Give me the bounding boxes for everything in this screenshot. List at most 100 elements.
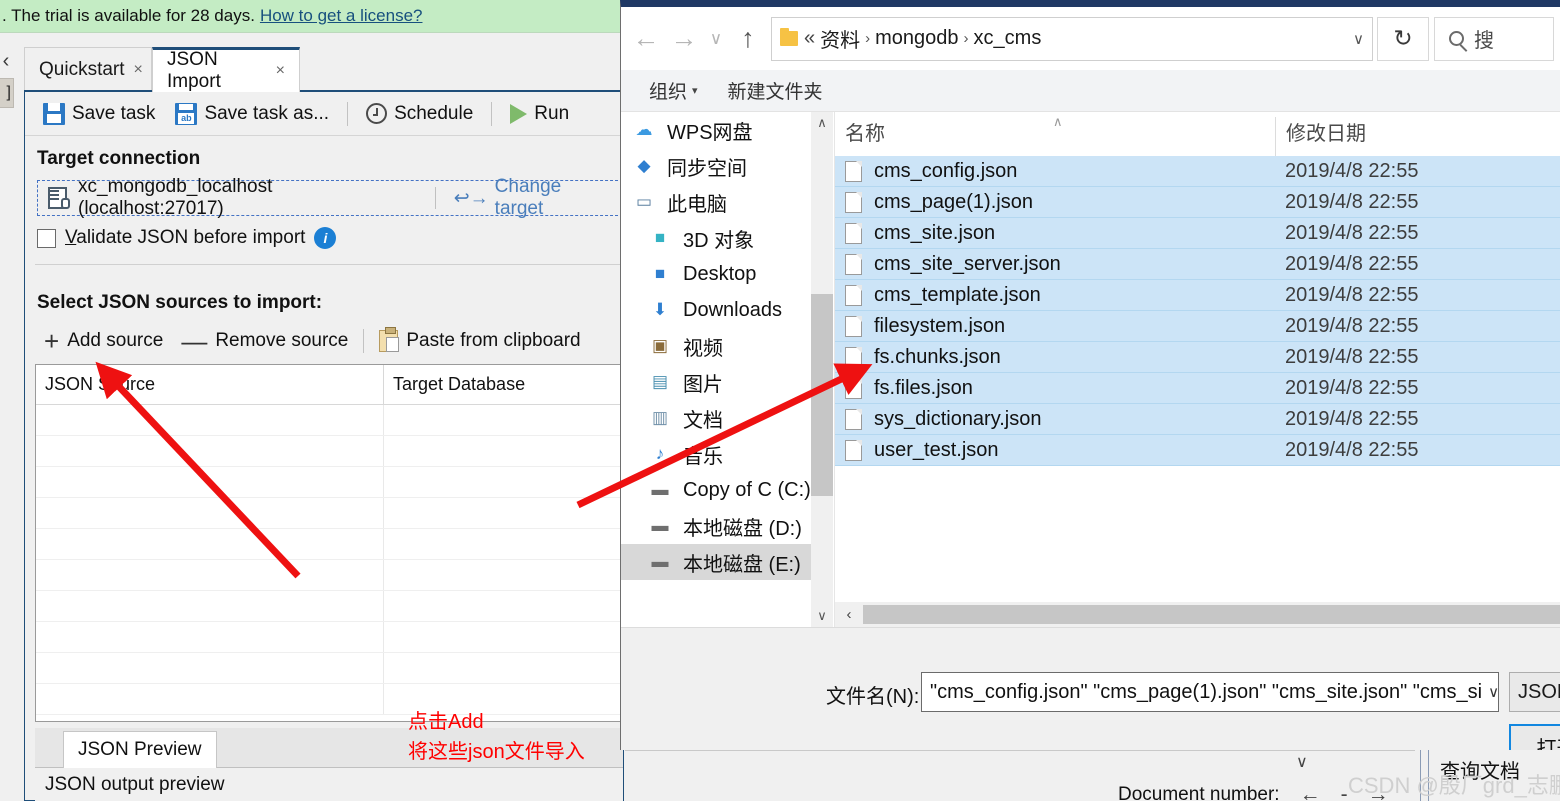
up-icon[interactable]: ↑ bbox=[729, 16, 767, 62]
file-row[interactable]: cms_site_server.json 2019/4/8 22:55 bbox=[835, 249, 1560, 280]
file-row[interactable]: user_test.json 2019/4/8 22:55 bbox=[835, 435, 1560, 466]
recent-locations-icon[interactable]: ∨ bbox=[703, 16, 729, 62]
filename-dropdown-icon[interactable]: ∨ bbox=[1482, 683, 1498, 701]
forward-icon[interactable]: → bbox=[665, 16, 703, 62]
file-name-cell: cms_site_server.json bbox=[835, 253, 1275, 276]
save-task-as-button[interactable]: Save task as... bbox=[167, 100, 337, 128]
sort-ascending-icon: ∧ bbox=[1053, 114, 1063, 129]
cell-target-database bbox=[384, 653, 622, 683]
json-source-empty-row[interactable] bbox=[36, 498, 622, 529]
file-list-hscrollbar[interactable]: ‹ bbox=[835, 602, 1560, 627]
schedule-button[interactable]: Schedule bbox=[358, 100, 481, 128]
breadcrumb-sep-0: › bbox=[865, 30, 871, 47]
tab-json-preview[interactable]: JSON Preview bbox=[63, 731, 217, 768]
file-row[interactable]: cms_page(1).json 2019/4/8 22:55 bbox=[835, 187, 1560, 218]
sync-icon: ◆ bbox=[637, 156, 651, 175]
tree-item-6[interactable]: ▣ 视频 bbox=[621, 328, 833, 364]
tree-item-7[interactable]: ▤ 图片 bbox=[621, 364, 833, 400]
file-row[interactable]: fs.chunks.json 2019/4/8 22:55 bbox=[835, 342, 1560, 373]
doc-next-icon[interactable]: → bbox=[1368, 783, 1389, 801]
file-row[interactable]: fs.files.json 2019/4/8 22:55 bbox=[835, 373, 1560, 404]
address-bar[interactable]: « 资料 › mongodb › xc_cms ∨ bbox=[771, 16, 1373, 61]
tree-scroll-thumb[interactable] bbox=[811, 294, 833, 496]
validate-json-checkbox[interactable] bbox=[37, 228, 56, 248]
info-icon[interactable]: i bbox=[314, 227, 337, 249]
collapse-sidebar-chevron-icon[interactable]: ‹ bbox=[0, 48, 15, 74]
save-task-button[interactable]: Save task bbox=[35, 100, 163, 128]
get-license-link[interactable]: How to get a license? bbox=[260, 6, 423, 26]
file-row[interactable]: sys_dictionary.json 2019/4/8 22:55 bbox=[835, 404, 1560, 435]
navigation-tree: ☁ WPS网盘 ◆ 同步空间 ▭ 此电脑 ■ 3D 对象 ■ Desktop ⬇ Downloads ▣… bbox=[621, 112, 833, 627]
tree-item-5[interactable]: ⬇ Downloads bbox=[621, 292, 833, 328]
json-source-empty-row[interactable] bbox=[36, 436, 622, 467]
column-modified-date[interactable]: 修改日期 bbox=[1275, 117, 1560, 156]
breadcrumb-item-2[interactable]: xc_cms bbox=[974, 27, 1042, 50]
tree-item-9[interactable]: ♪ 音乐 bbox=[621, 436, 833, 472]
hscroll-thumb[interactable] bbox=[863, 605, 1560, 624]
tab-json-import[interactable]: JSON Import × bbox=[152, 47, 300, 92]
json-source-empty-row[interactable] bbox=[36, 467, 622, 498]
target-connection-box[interactable]: xc_mongodb_localhost (localhost:27017) ↩… bbox=[37, 176, 623, 219]
file-row[interactable]: filesystem.json 2019/4/8 22:55 bbox=[835, 311, 1560, 342]
tree-item-8[interactable]: ▥ 文档 bbox=[621, 400, 833, 436]
tree-item-3[interactable]: ■ 3D 对象 bbox=[621, 220, 833, 256]
clock-icon bbox=[366, 103, 388, 124]
filetype-select[interactable]: JSON Te bbox=[1509, 672, 1560, 712]
file-row[interactable]: cms_site.json 2019/4/8 22:55 bbox=[835, 218, 1560, 249]
open-button[interactable]: 打开 bbox=[1509, 724, 1560, 750]
new-folder-button[interactable]: 新建文件夹 bbox=[728, 77, 823, 104]
document-number-row: Document number: ← - → bbox=[1118, 783, 1389, 801]
tab-quickstart-close-icon[interactable]: × bbox=[134, 61, 143, 79]
refresh-button[interactable]: ↻ bbox=[1377, 16, 1429, 61]
explorer-nav-bar: ← → ∨ ↑ « 资料 › mongodb › xc_cms ∨ ↻ 搜 bbox=[621, 7, 1560, 70]
tree-item-0[interactable]: ☁ WPS网盘 bbox=[621, 112, 833, 148]
tab-quickstart[interactable]: Quickstart × bbox=[24, 47, 152, 92]
tree-scrollbar[interactable]: ∧ ∨ bbox=[811, 112, 833, 627]
tree-items: ☁ WPS网盘 ◆ 同步空间 ▭ 此电脑 ■ 3D 对象 ■ Desktop ⬇ Downloads ▣… bbox=[621, 112, 833, 580]
column-json-source[interactable]: JSON Source bbox=[36, 365, 384, 404]
tree-item-10[interactable]: ▬ Copy of C (C:) bbox=[621, 472, 833, 508]
cell-target-database bbox=[384, 436, 622, 466]
file-row[interactable]: cms_template.json 2019/4/8 22:55 bbox=[835, 280, 1560, 311]
file-date-cell: 2019/4/8 22:55 bbox=[1285, 283, 1419, 306]
tree-item-1[interactable]: ◆ 同步空间 bbox=[621, 148, 833, 184]
tree-item-2[interactable]: ▭ 此电脑 bbox=[621, 184, 833, 220]
json-source-empty-row[interactable] bbox=[36, 405, 622, 436]
run-button[interactable]: Run bbox=[502, 100, 577, 128]
breadcrumb-item-0[interactable]: 资料 bbox=[820, 24, 860, 53]
search-input[interactable]: 搜 bbox=[1434, 16, 1554, 61]
tree-item-4[interactable]: ■ Desktop bbox=[621, 256, 833, 292]
tree-item-11[interactable]: ▬ 本地磁盘 (D:) bbox=[621, 508, 833, 544]
filename-input[interactable]: "cms_config.json" "cms_page(1).json" "cm… bbox=[921, 672, 1499, 712]
json-source-empty-row[interactable] bbox=[36, 529, 622, 560]
back-icon[interactable]: ← bbox=[627, 16, 665, 62]
tree-item-12[interactable]: ▬ 本地磁盘 (E:) bbox=[621, 544, 833, 580]
change-target-link[interactable]: ↩→ Change target bbox=[454, 176, 612, 220]
tree-scroll-up-icon[interactable]: ∧ bbox=[811, 112, 833, 134]
cell-json-source bbox=[36, 591, 384, 621]
add-source-button[interactable]: + Add source bbox=[35, 328, 172, 354]
query-document-label[interactable]: 查询文档 bbox=[1440, 755, 1520, 784]
doc-prev-icon[interactable]: ← bbox=[1300, 783, 1321, 801]
json-source-empty-row[interactable] bbox=[36, 622, 622, 653]
remove-source-button[interactable]: — Remove source bbox=[172, 328, 357, 354]
breadcrumb-lead: « bbox=[804, 27, 816, 49]
hscroll-left-icon[interactable]: ‹ bbox=[835, 606, 863, 623]
file-name-cell: cms_template.json bbox=[835, 284, 1275, 307]
json-source-empty-row[interactable] bbox=[36, 591, 622, 622]
column-target-database[interactable]: Target Database bbox=[384, 365, 622, 404]
organize-button[interactable]: 组织 ▾ bbox=[649, 77, 698, 104]
json-source-empty-row[interactable] bbox=[36, 653, 622, 684]
paste-from-clipboard-button[interactable]: Paste from clipboard bbox=[370, 327, 589, 354]
json-source-empty-row[interactable] bbox=[36, 560, 622, 591]
background-caret-icon[interactable]: ∨ bbox=[1296, 752, 1308, 772]
tree-scroll-down-icon[interactable]: ∨ bbox=[811, 605, 833, 627]
document-number-label: Document number: bbox=[1118, 784, 1280, 801]
tab-json-import-close-icon[interactable]: × bbox=[276, 62, 285, 80]
file-row[interactable]: cms_config.json 2019/4/8 22:55 bbox=[835, 156, 1560, 187]
breadcrumb-item-1[interactable]: mongodb bbox=[875, 27, 958, 50]
videos-icon: ▣ bbox=[651, 336, 669, 355]
sidebar-stub[interactable]: ] bbox=[0, 78, 14, 108]
json-sources-table[interactable]: JSON Source Target Database bbox=[35, 364, 623, 722]
address-dropdown-icon[interactable]: ∨ bbox=[1345, 30, 1364, 48]
